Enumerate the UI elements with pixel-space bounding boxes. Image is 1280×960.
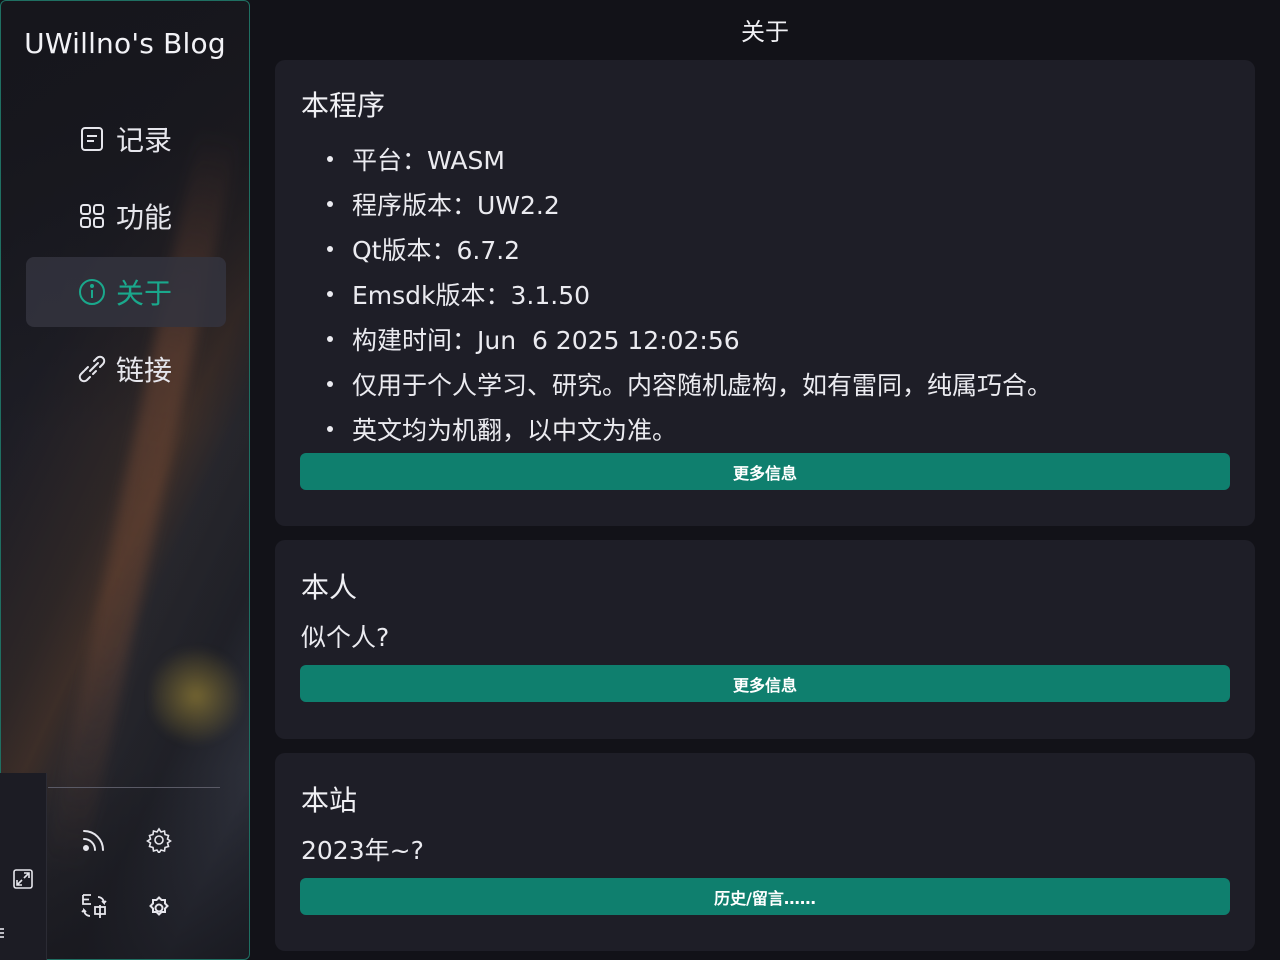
- list-item: 英文均为机翻，以中文为准。: [301, 406, 1052, 451]
- list-item: Emsdk版本：3.1.50: [301, 271, 1052, 316]
- program-info-list: 平台：WASM 程序版本：UW2.2 Qt版本：6.7.2 Emsdk版本：3.…: [301, 136, 1052, 451]
- sidebar-item-label: 链接: [116, 354, 173, 387]
- theme-settings-icon[interactable]: [144, 891, 174, 921]
- bullet: [327, 200, 333, 207]
- list-item-text: 程序版本：UW2.2: [352, 190, 560, 220]
- list-item-text: Qt版本：6.7.2: [352, 235, 521, 265]
- list-item: 程序版本：UW2.2: [301, 181, 1052, 226]
- app-title: UWillno's Blog: [24, 27, 226, 60]
- floating-dock: [0, 773, 47, 960]
- bullet: [327, 380, 333, 387]
- card-program: 本程序 平台：WASM 程序版本：UW2.2 Qt版本：6.7.2 Emsdk版…: [275, 60, 1255, 526]
- list-item-text: Emsdk版本：3.1.50: [352, 280, 591, 310]
- list-item-text: 平台：WASM: [352, 145, 505, 175]
- info-icon: [78, 278, 106, 306]
- list-item: 构建时间：Jun 6 2025 12:02:56: [301, 316, 1052, 361]
- menu-icon[interactable]: [0, 923, 8, 943]
- sidebar-item-features[interactable]: 功能: [26, 181, 226, 251]
- card-site: 本站 2023年~? 历史/留言……: [275, 753, 1255, 951]
- list-item: 平台：WASM: [301, 136, 1052, 181]
- settings-icon[interactable]: [144, 825, 174, 855]
- expand-icon[interactable]: [9, 865, 37, 893]
- sidebar-item-label: 关于: [116, 277, 173, 310]
- sidebar-item-records[interactable]: 记录: [26, 104, 226, 174]
- card-author: 本人 似个人? 更多信息: [275, 540, 1255, 739]
- sidebar-divider: [48, 787, 220, 788]
- card-text: 似个人?: [301, 623, 390, 652]
- bullet: [327, 245, 333, 252]
- translate-icon[interactable]: [79, 891, 109, 921]
- bullet: [327, 425, 333, 432]
- document-icon: [78, 125, 106, 153]
- bullet: [327, 335, 333, 342]
- site-history-button[interactable]: 历史/留言……: [300, 878, 1230, 915]
- grid-icon: [78, 202, 106, 230]
- bullet: [327, 290, 333, 297]
- sidebar-background-highlight: [151, 641, 241, 751]
- card-title: 本人: [301, 571, 358, 604]
- list-item-text: 构建时间：Jun 6 2025 12:02:56: [352, 325, 740, 355]
- rss-icon[interactable]: [79, 825, 109, 855]
- sidebar-item-about[interactable]: 关于: [26, 257, 226, 327]
- list-item-text: 英文均为机翻，以中文为准。: [352, 415, 678, 445]
- card-text: 2023年~?: [301, 836, 424, 865]
- list-item: 仅用于个人学习、研究。内容随机虚构，如有雷同，纯属巧合。: [301, 361, 1052, 406]
- card-title: 本站: [301, 784, 358, 817]
- list-item: Qt版本：6.7.2: [301, 226, 1052, 271]
- sidebar-item-label: 记录: [116, 124, 173, 157]
- bullet: [327, 155, 333, 162]
- list-item-text: 仅用于个人学习、研究。内容随机虚构，如有雷同，纯属巧合。: [352, 370, 1053, 400]
- page-title: 关于: [741, 18, 789, 46]
- link-icon: [78, 355, 106, 383]
- card-title: 本程序: [301, 89, 386, 122]
- author-more-info-button[interactable]: 更多信息: [300, 665, 1230, 702]
- program-more-info-button[interactable]: 更多信息: [300, 453, 1230, 490]
- sidebar-item-label: 功能: [116, 201, 173, 234]
- sidebar-item-links[interactable]: 链接: [26, 334, 226, 404]
